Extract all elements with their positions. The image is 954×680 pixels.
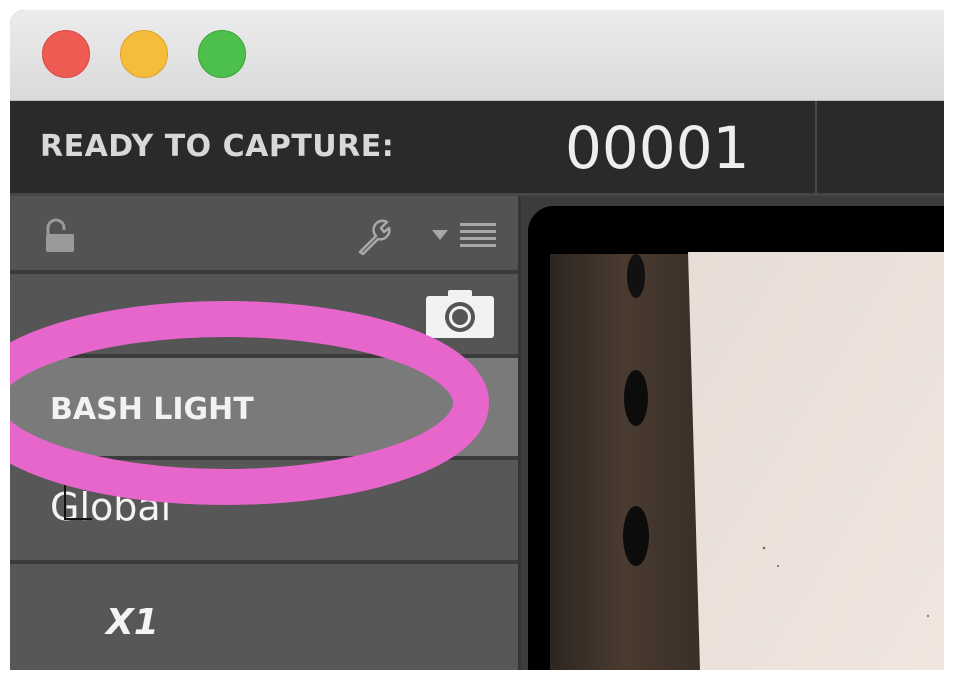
- sidebar-item-bash-light[interactable]: BASH LIGHT: [10, 358, 518, 460]
- maximize-window-button[interactable]: [198, 30, 246, 78]
- sidebar-camera-row: [10, 274, 518, 358]
- sidebar-toolbar: [10, 196, 518, 274]
- capture-bar-divider: [815, 101, 817, 193]
- sidebar-item-label: X1: [106, 602, 159, 643]
- app-window: READY TO CAPTURE: 00001 BASH LIGHT Globa…: [10, 10, 944, 670]
- lock-icon[interactable]: [42, 218, 78, 254]
- sidebar: BASH LIGHT Global X1: [10, 196, 521, 670]
- live-view-image: [528, 206, 944, 670]
- list-menu-icon[interactable]: [430, 220, 498, 250]
- wrench-icon[interactable]: [354, 216, 394, 256]
- minimize-window-button[interactable]: [120, 30, 168, 78]
- tree-connector: [64, 462, 92, 520]
- ready-to-capture-label: READY TO CAPTURE:: [40, 129, 395, 164]
- sidebar-item-label: BASH LIGHT: [50, 392, 254, 427]
- camera-preview: [528, 206, 944, 670]
- frame-counter: 00001: [565, 114, 750, 182]
- sidebar-item-x1[interactable]: X1: [10, 564, 518, 670]
- camera-icon[interactable]: [424, 288, 496, 340]
- capture-status-bar: READY TO CAPTURE: 00001: [10, 101, 944, 196]
- close-window-button[interactable]: [42, 30, 90, 78]
- title-bar: [10, 10, 944, 101]
